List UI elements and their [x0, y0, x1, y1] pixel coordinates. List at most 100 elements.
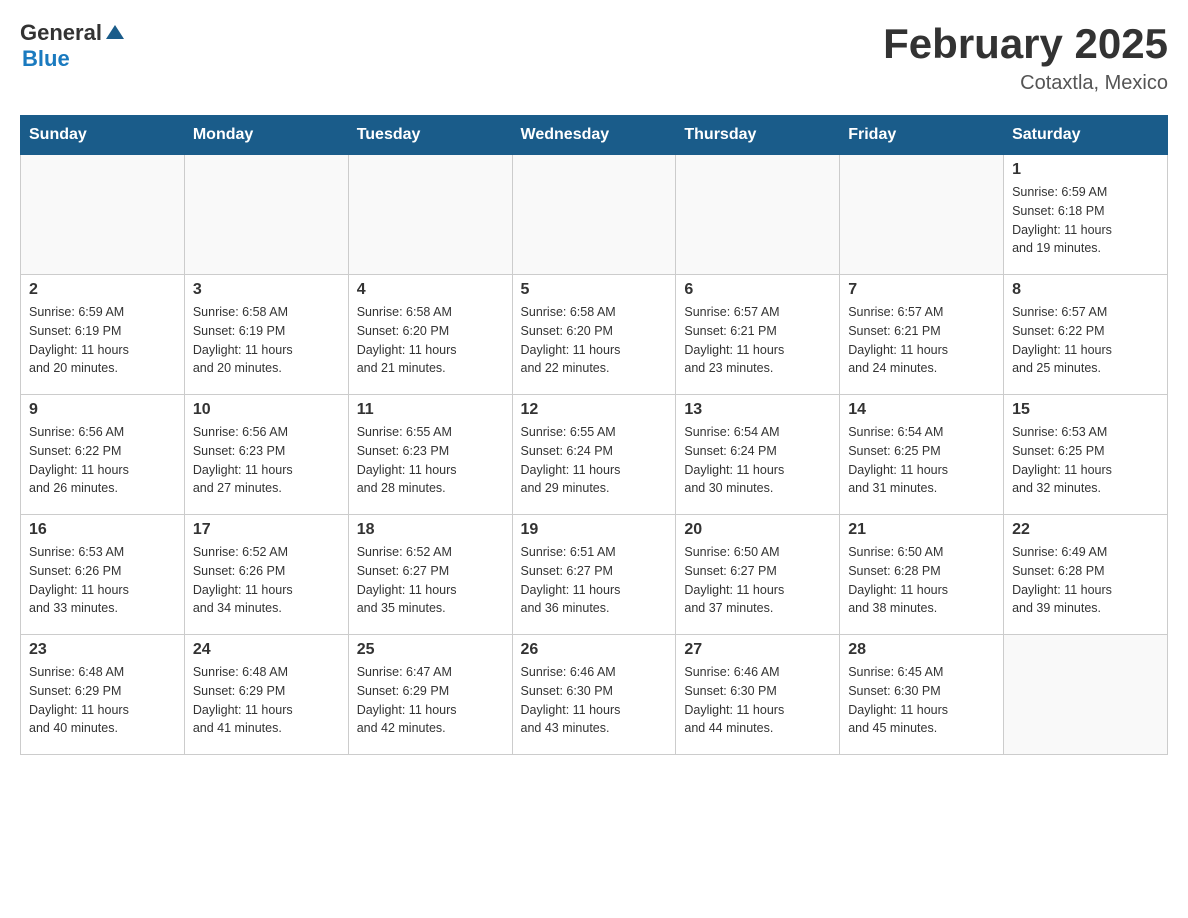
calendar-week-row: 1 Sunrise: 6:59 AM Sunset: 6:18 PM Daylig… — [21, 155, 1168, 275]
day-info: Sunrise: 6:47 AM Sunset: 6:29 PM Dayligh… — [357, 663, 504, 738]
calendar-cell — [348, 155, 512, 275]
weekday-header-wednesday: Wednesday — [512, 116, 676, 155]
calendar-cell: 28 Sunrise: 6:45 AM Sunset: 6:30 PM Dayli… — [840, 635, 1004, 755]
day-info: Sunrise: 6:56 AM Sunset: 6:22 PM Dayligh… — [29, 423, 176, 498]
calendar-cell: 1 Sunrise: 6:59 AM Sunset: 6:18 PM Daylig… — [1004, 155, 1168, 275]
day-info: Sunrise: 6:59 AM Sunset: 6:19 PM Dayligh… — [29, 303, 176, 378]
day-info: Sunrise: 6:58 AM Sunset: 6:20 PM Dayligh… — [521, 303, 668, 378]
day-number: 25 — [357, 641, 504, 659]
calendar-cell: 25 Sunrise: 6:47 AM Sunset: 6:29 PM Dayli… — [348, 635, 512, 755]
day-number: 14 — [848, 401, 995, 419]
day-number: 13 — [684, 401, 831, 419]
day-info: Sunrise: 6:53 AM Sunset: 6:25 PM Dayligh… — [1012, 423, 1159, 498]
day-info: Sunrise: 6:52 AM Sunset: 6:27 PM Dayligh… — [357, 543, 504, 618]
calendar-cell: 17Sunrise: 6:52 AM Sunset: 6:26 PM Dayli… — [184, 515, 348, 635]
day-number: 24 — [193, 641, 340, 659]
day-info: Sunrise: 6:57 AM Sunset: 6:22 PM Dayligh… — [1012, 303, 1159, 378]
calendar-week-row: 16 Sunrise: 6:53 AM Sunset: 6:26 PM Dayli… — [21, 515, 1168, 635]
calendar-subtitle: Cotaxtla, Mexico — [883, 72, 1168, 95]
day-info: Sunrise: 6:52 AM Sunset: 6:26 PM Dayligh… — [193, 543, 340, 618]
page-header: General Blue February 2025 Cotaxtla, Mex… — [20, 20, 1168, 95]
logo-arrow-icon — [104, 21, 126, 43]
calendar-cell: 6 Sunrise: 6:57 AM Sunset: 6:21 PM Daylig… — [676, 275, 840, 395]
day-info: Sunrise: 6:54 AM Sunset: 6:25 PM Dayligh… — [848, 423, 995, 498]
calendar-cell: 27 Sunrise: 6:46 AM Sunset: 6:30 PM Dayli… — [676, 635, 840, 755]
calendar-title: February 2025 — [883, 20, 1168, 68]
day-info: Sunrise: 6:51 AM Sunset: 6:27 PM Dayligh… — [521, 543, 668, 618]
day-info: Sunrise: 6:50 AM Sunset: 6:27 PM Dayligh… — [684, 543, 831, 618]
day-number: 26 — [521, 641, 668, 659]
calendar-table: SundayMondayTuesdayWednesdayThursdayFrid… — [20, 115, 1168, 755]
day-number: 16 — [29, 521, 176, 539]
day-number: 19 — [521, 521, 668, 539]
day-info: Sunrise: 6:48 AM Sunset: 6:29 PM Dayligh… — [29, 663, 176, 738]
day-number: 4 — [357, 281, 504, 299]
day-info: Sunrise: 6:58 AM Sunset: 6:19 PM Dayligh… — [193, 303, 340, 378]
calendar-cell — [184, 155, 348, 275]
day-info: Sunrise: 6:55 AM Sunset: 6:24 PM Dayligh… — [521, 423, 668, 498]
calendar-cell — [676, 155, 840, 275]
day-info: Sunrise: 6:57 AM Sunset: 6:21 PM Dayligh… — [684, 303, 831, 378]
weekday-header-saturday: Saturday — [1004, 116, 1168, 155]
calendar-week-row: 2 Sunrise: 6:59 AM Sunset: 6:19 PM Daylig… — [21, 275, 1168, 395]
day-number: 28 — [848, 641, 995, 659]
calendar-cell: 11 Sunrise: 6:55 AM Sunset: 6:23 PM Dayli… — [348, 395, 512, 515]
calendar-week-row: 23 Sunrise: 6:48 AM Sunset: 6:29 PM Dayli… — [21, 635, 1168, 755]
calendar-cell: 2 Sunrise: 6:59 AM Sunset: 6:19 PM Daylig… — [21, 275, 185, 395]
day-number: 6 — [684, 281, 831, 299]
logo: General Blue — [20, 20, 126, 72]
day-number: 27 — [684, 641, 831, 659]
calendar-cell: 5 Sunrise: 6:58 AM Sunset: 6:20 PM Daylig… — [512, 275, 676, 395]
weekday-header-monday: Monday — [184, 116, 348, 155]
day-number: 15 — [1012, 401, 1159, 419]
calendar-cell: 4Sunrise: 6:58 AM Sunset: 6:20 PM Daylig… — [348, 275, 512, 395]
weekday-header-sunday: Sunday — [21, 116, 185, 155]
calendar-cell: 12 Sunrise: 6:55 AM Sunset: 6:24 PM Dayli… — [512, 395, 676, 515]
logo-general-text: General — [20, 20, 102, 46]
day-number: 20 — [684, 521, 831, 539]
day-info: Sunrise: 6:49 AM Sunset: 6:28 PM Dayligh… — [1012, 543, 1159, 618]
calendar-cell: 3Sunrise: 6:58 AM Sunset: 6:19 PM Daylig… — [184, 275, 348, 395]
day-info: Sunrise: 6:59 AM Sunset: 6:18 PM Dayligh… — [1012, 183, 1159, 258]
calendar-cell: 13 Sunrise: 6:54 AM Sunset: 6:24 PM Dayli… — [676, 395, 840, 515]
day-number: 1 — [1012, 161, 1159, 179]
day-info: Sunrise: 6:46 AM Sunset: 6:30 PM Dayligh… — [684, 663, 831, 738]
calendar-cell: 22 Sunrise: 6:49 AM Sunset: 6:28 PM Dayli… — [1004, 515, 1168, 635]
day-number: 7 — [848, 281, 995, 299]
day-number: 10 — [193, 401, 340, 419]
day-number: 5 — [521, 281, 668, 299]
day-number: 18 — [357, 521, 504, 539]
day-info: Sunrise: 6:45 AM Sunset: 6:30 PM Dayligh… — [848, 663, 995, 738]
calendar-cell: 20 Sunrise: 6:50 AM Sunset: 6:27 PM Dayli… — [676, 515, 840, 635]
calendar-cell: 21Sunrise: 6:50 AM Sunset: 6:28 PM Dayli… — [840, 515, 1004, 635]
day-number: 23 — [29, 641, 176, 659]
calendar-cell — [21, 155, 185, 275]
day-info: Sunrise: 6:48 AM Sunset: 6:29 PM Dayligh… — [193, 663, 340, 738]
weekday-header-friday: Friday — [840, 116, 1004, 155]
calendar-cell: 18 Sunrise: 6:52 AM Sunset: 6:27 PM Dayli… — [348, 515, 512, 635]
day-number: 9 — [29, 401, 176, 419]
logo-blue-text: Blue — [22, 46, 70, 71]
calendar-cell: 19 Sunrise: 6:51 AM Sunset: 6:27 PM Dayli… — [512, 515, 676, 635]
calendar-cell: 14 Sunrise: 6:54 AM Sunset: 6:25 PM Dayli… — [840, 395, 1004, 515]
day-info: Sunrise: 6:55 AM Sunset: 6:23 PM Dayligh… — [357, 423, 504, 498]
weekday-header-tuesday: Tuesday — [348, 116, 512, 155]
calendar-cell — [1004, 635, 1168, 755]
calendar-cell: 15 Sunrise: 6:53 AM Sunset: 6:25 PM Dayli… — [1004, 395, 1168, 515]
day-number: 22 — [1012, 521, 1159, 539]
calendar-cell: 16 Sunrise: 6:53 AM Sunset: 6:26 PM Dayli… — [21, 515, 185, 635]
day-info: Sunrise: 6:56 AM Sunset: 6:23 PM Dayligh… — [193, 423, 340, 498]
day-info: Sunrise: 6:54 AM Sunset: 6:24 PM Dayligh… — [684, 423, 831, 498]
calendar-cell: 10 Sunrise: 6:56 AM Sunset: 6:23 PM Dayli… — [184, 395, 348, 515]
calendar-cell — [840, 155, 1004, 275]
calendar-cell: 9 Sunrise: 6:56 AM Sunset: 6:22 PM Daylig… — [21, 395, 185, 515]
day-info: Sunrise: 6:53 AM Sunset: 6:26 PM Dayligh… — [29, 543, 176, 618]
calendar-cell: 7Sunrise: 6:57 AM Sunset: 6:21 PM Daylig… — [840, 275, 1004, 395]
day-number: 12 — [521, 401, 668, 419]
calendar-cell: 8Sunrise: 6:57 AM Sunset: 6:22 PM Daylig… — [1004, 275, 1168, 395]
calendar-cell: 26Sunrise: 6:46 AM Sunset: 6:30 PM Dayli… — [512, 635, 676, 755]
day-number: 11 — [357, 401, 504, 419]
title-section: February 2025 Cotaxtla, Mexico — [883, 20, 1168, 95]
day-number: 2 — [29, 281, 176, 299]
calendar-cell: 23 Sunrise: 6:48 AM Sunset: 6:29 PM Dayli… — [21, 635, 185, 755]
